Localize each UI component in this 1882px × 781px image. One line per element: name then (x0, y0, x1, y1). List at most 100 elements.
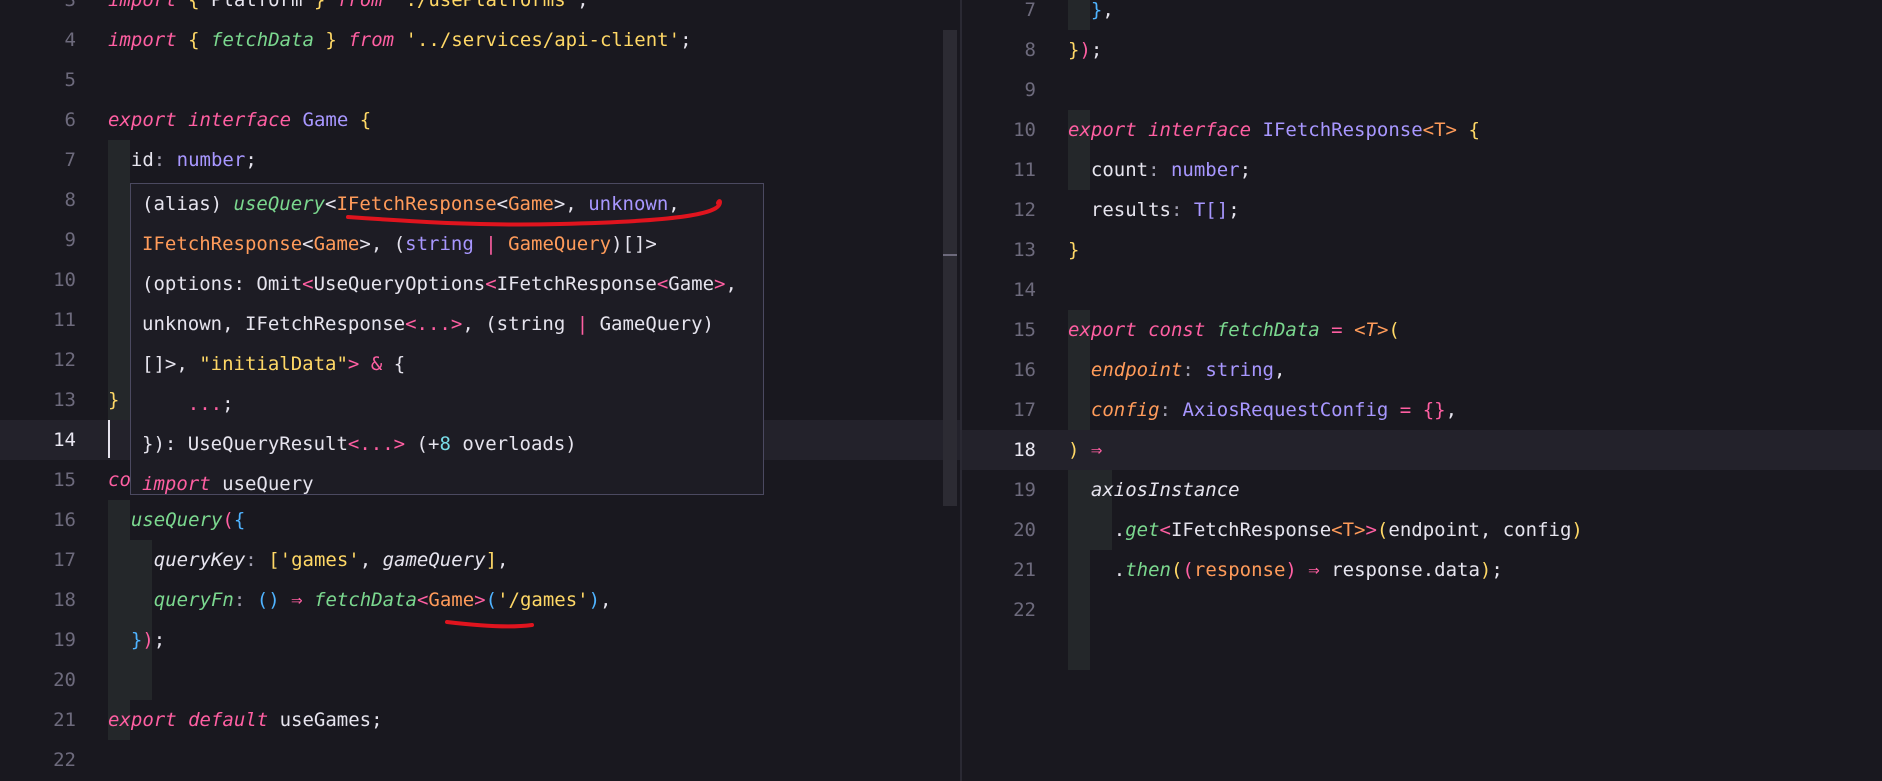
code-line[interactable]: 14 (962, 270, 1882, 310)
code-line[interactable]: 4 import { fetchData } from '../services/… (0, 20, 960, 60)
code-token: axiosInstance (1090, 479, 1240, 501)
code-text[interactable]: config: AxiosRequestConfig = {}, (1068, 390, 1457, 430)
code-token: []>, (142, 353, 200, 375)
code-line[interactable]: 20 .get<IFetchResponse<T>>(endpoint, con… (962, 510, 1882, 550)
code-token: }): UseQueryResult (142, 433, 348, 455)
line-number: 12 (1013, 199, 1036, 221)
code-token: < (325, 193, 337, 215)
code-text[interactable]: }); (108, 620, 165, 660)
code-token: queryKey (153, 549, 246, 571)
right-editor-pane[interactable]: 7 }, 8}); 9 10 export interface IFetchRespon… (962, 0, 1882, 781)
code-token: get (1125, 519, 1160, 541)
code-line[interactable]: 21 export default useGames; (0, 700, 960, 740)
code-line[interactable]: 22 (962, 590, 1882, 630)
code-token: ; (1228, 199, 1240, 221)
code-token: > (1365, 519, 1377, 541)
code-text[interactable]: queryKey: ['games', gameQuery], (108, 540, 509, 580)
code-text[interactable]: import { fetchData } from '../services/a… (108, 20, 692, 60)
line-number: 15 (53, 469, 76, 491)
code-line[interactable]: 21 .then((response) ⇒ response.data); (962, 550, 1882, 590)
code-token: overloads) (450, 433, 577, 455)
code-token: string (405, 233, 474, 255)
line-number: 9 (64, 229, 76, 251)
code-text[interactable]: axiosInstance (1068, 470, 1240, 510)
code-text[interactable]: ) ⇒ (1068, 430, 1102, 470)
code-line[interactable]: 18) ⇒ (962, 430, 1882, 470)
code-text[interactable]: endpoint: string, (1068, 350, 1286, 390)
code-text[interactable]: .then((response) ⇒ response.data); (1068, 550, 1503, 590)
code-text[interactable]: .get<IFetchResponse<T>>(endpoint, config… (1068, 510, 1583, 550)
code-line[interactable]: 12 results: T[]; (962, 190, 1882, 230)
code-text[interactable]: export const fetchData = <T>( (1068, 310, 1400, 350)
code-token: : (1148, 159, 1160, 181)
line-number: 10 (53, 269, 76, 291)
code-token: ; (680, 29, 692, 51)
tooltip-line: ...; (142, 384, 234, 424)
code-token: < (656, 273, 669, 295)
code-line[interactable]: 17 queryKey: ['games', gameQuery], (0, 540, 960, 580)
code-token: response.data (1319, 559, 1480, 581)
code-text[interactable]: }, (1068, 0, 1114, 30)
code-token: : (1159, 399, 1171, 421)
code-token: } (108, 389, 120, 411)
code-line[interactable]: 19 }); (0, 620, 960, 660)
code-line[interactable]: 15 export const fetchData = <T>( (962, 310, 1882, 350)
code-line[interactable]: 10 export interface IFetchResponse<T> { (962, 110, 1882, 150)
code-token: Game (428, 589, 475, 611)
code-text[interactable]: count: number; (1068, 150, 1251, 190)
code-text[interactable]: export interface IFetchResponse<T> { (1068, 110, 1480, 150)
code-token: export (1068, 319, 1137, 341)
code-token: queryFn (153, 589, 234, 611)
code-token: interface (1148, 119, 1252, 141)
code-text[interactable]: }); (1068, 30, 1102, 70)
tooltip-line: IFetchResponse<Game>, (string | GameQuer… (142, 224, 657, 264)
code-line[interactable]: 6 export interface Game { (0, 100, 960, 140)
code-text[interactable]: useQuery({ (108, 500, 245, 540)
code-token: from (336, 0, 383, 11)
code-text[interactable]: } (108, 380, 119, 420)
line-number: 20 (1013, 519, 1036, 541)
tooltip-line: (alias) useQuery<IFetchResponse<Game>, u… (142, 184, 680, 224)
code-line[interactable]: 16 useQuery({ (0, 500, 960, 540)
code-text[interactable]: } (1068, 230, 1079, 270)
code-line[interactable]: 3 import { Platform } from './usePlatform… (0, 0, 960, 20)
code-line[interactable]: 9 (962, 70, 1882, 110)
code-line[interactable]: 19 axiosInstance (962, 470, 1882, 510)
code-token: [ (268, 549, 280, 571)
scrollbar-thumb[interactable] (943, 30, 957, 506)
code-line[interactable]: 16 endpoint: string, (962, 350, 1882, 390)
code-line[interactable]: 18 queryFn: () ⇒ fetchData<Game>('/games… (0, 580, 960, 620)
code-token: count (1068, 159, 1149, 181)
code-token: < (485, 273, 497, 295)
code-line[interactable]: 7 id: number; (0, 140, 960, 180)
code-line[interactable]: 17 config: AxiosRequestConfig = {}, (962, 390, 1882, 430)
code-text[interactable]: co (108, 460, 131, 500)
code-line[interactable]: 22 (0, 740, 960, 780)
code-text[interactable]: queryFn: () ⇒ fetchData<Game>('/games'), (108, 580, 612, 620)
code-token: "initialData" (199, 353, 348, 375)
code-line[interactable]: 7 }, (962, 0, 1882, 30)
code-line[interactable]: 20 (0, 660, 960, 700)
code-text[interactable]: export default useGames; (108, 700, 383, 740)
code-line[interactable]: 5 (0, 60, 960, 100)
line-number: 5 (64, 69, 76, 91)
code-line[interactable]: 13} (962, 230, 1882, 270)
code-line[interactable]: 8}); (962, 30, 1882, 70)
code-token: < (302, 233, 314, 255)
code-token: } (313, 0, 326, 11)
code-text[interactable]: export interface Game { (108, 100, 371, 140)
line-number: 8 (64, 189, 76, 211)
code-text[interactable]: import { Platform } from './usePlatforms… (108, 0, 589, 20)
code-token: co (108, 469, 131, 491)
code-text[interactable]: results: T[]; (1068, 190, 1240, 230)
code-text[interactable]: id: number; (108, 140, 257, 180)
line-number: 15 (1013, 319, 1036, 341)
code-line[interactable]: 11 count: number; (962, 150, 1882, 190)
